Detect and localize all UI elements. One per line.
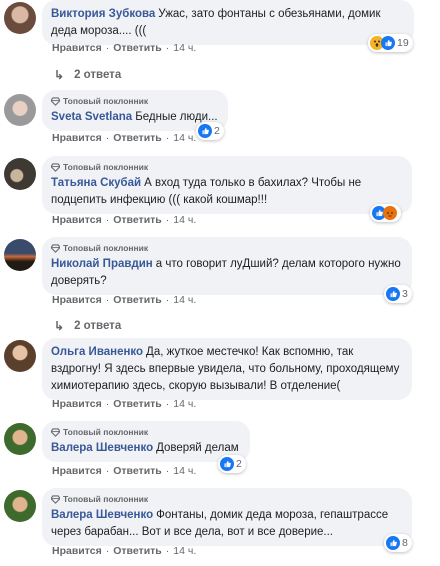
comment-author[interactable]: Татьяна Скубай (51, 177, 141, 189)
angry-icon (383, 206, 397, 220)
avatar[interactable] (4, 158, 36, 190)
comment-bubble: Виктория Зубкова Ужас, зато фонтаны с обе… (42, 0, 414, 45)
comment-author[interactable]: Николай Правдин (51, 258, 153, 270)
reaction-summary[interactable]: 2 (196, 122, 224, 140)
like-icon (381, 36, 395, 50)
reply-button[interactable]: Ответить (113, 42, 162, 54)
comment-bubble: Ольга Иваненко Да, жуткое местечко! Как в… (42, 338, 412, 400)
comment-actions: Нравится · Ответить · 14 ч. (52, 294, 197, 306)
like-icon (198, 124, 212, 138)
comment-actions: Нравится · Ответить · 14 ч. (52, 465, 197, 477)
comment-actions: Нравится · Ответить · 14 ч. (52, 132, 197, 144)
comment-time[interactable]: 14 ч. (173, 465, 196, 477)
comment-time[interactable]: 14 ч. (173, 42, 196, 54)
comment-actions: Нравится · Ответить · 14 ч. (52, 214, 197, 226)
like-icon (386, 536, 400, 550)
like-button[interactable]: Нравится (52, 465, 102, 477)
comment-author[interactable]: Sveta Svetlana (51, 111, 132, 123)
comment-bubble: Топовый поклонник Валера Шевченко Доверяй… (42, 421, 250, 462)
comment-time[interactable]: 14 ч. (173, 132, 196, 144)
reply-arrow-icon: ↳ (54, 319, 65, 333)
diamond-icon (51, 495, 60, 504)
comment-bubble: Топовый поклонник Татьяна Скубай А вход т… (42, 156, 412, 214)
view-replies-link[interactable]: ↳ 2 ответа (54, 68, 121, 82)
top-fan-badge: Топовый поклонник (51, 242, 403, 254)
avatar[interactable] (4, 94, 36, 126)
reply-button[interactable]: Ответить (113, 214, 162, 226)
avatar[interactable] (4, 490, 36, 522)
comment-text: Доверяй делам (156, 442, 239, 454)
comment-actions: Нравится · Ответить · 14 ч. (52, 42, 197, 54)
avatar[interactable] (4, 239, 36, 271)
replies-count: 2 ответа (74, 69, 122, 81)
reaction-count: 2 (236, 458, 242, 470)
diamond-icon (51, 163, 60, 172)
comment-time[interactable]: 14 ч. (173, 294, 196, 306)
top-fan-badge: Топовый поклонник (51, 161, 403, 173)
comment-time[interactable]: 14 ч. (173, 398, 196, 410)
avatar[interactable] (4, 423, 36, 455)
reaction-count: 2 (214, 125, 220, 137)
reply-arrow-icon: ↳ (54, 68, 65, 82)
replies-count: 2 ответа (74, 320, 122, 332)
reaction-summary[interactable]: 8 (384, 534, 412, 552)
reaction-summary[interactable]: 2 (218, 455, 246, 473)
reply-button[interactable]: Ответить (113, 465, 162, 477)
like-button[interactable]: Нравится (52, 398, 102, 410)
reply-button[interactable]: Ответить (113, 398, 162, 410)
like-button[interactable]: Нравится (52, 294, 102, 306)
avatar[interactable] (4, 340, 36, 372)
comment-actions: Нравится · Ответить · 14 ч. (52, 545, 197, 557)
reply-button[interactable]: Ответить (113, 132, 162, 144)
like-icon (386, 287, 400, 301)
top-fan-badge: Топовый поклонник (51, 493, 403, 505)
comment-author[interactable]: Валера Шевченко (51, 442, 153, 454)
top-fan-badge: Топовый поклонник (51, 426, 241, 438)
comment-bubble: Топовый поклонник Николай Правдин а что г… (42, 237, 412, 295)
reaction-count: 19 (397, 37, 409, 49)
reaction-count: 8 (402, 537, 408, 549)
avatar[interactable] (4, 2, 36, 34)
top-fan-badge: Топовый поклонник (51, 95, 219, 107)
reply-button[interactable]: Ответить (113, 545, 162, 557)
like-icon (220, 457, 234, 471)
like-button[interactable]: Нравится (52, 545, 102, 557)
reaction-count: 3 (402, 288, 408, 300)
diamond-icon (51, 428, 60, 437)
comment-author[interactable]: Валера Шевченко (51, 509, 153, 521)
reaction-summary[interactable] (370, 204, 401, 222)
comment-actions: Нравится · Ответить · 14 ч. (52, 398, 197, 410)
comment-bubble: Топовый поклонник Валера Шевченко Фонтаны… (42, 488, 412, 546)
reply-button[interactable]: Ответить (113, 294, 162, 306)
reaction-summary[interactable]: 3 (384, 285, 412, 303)
comment-author[interactable]: Виктория Зубкова (51, 8, 155, 20)
view-replies-link[interactable]: ↳ 2 ответа (54, 319, 121, 333)
reaction-summary[interactable]: 19 (368, 34, 413, 52)
comment-time[interactable]: 14 ч. (173, 214, 196, 226)
like-button[interactable]: Нравится (52, 214, 102, 226)
like-button[interactable]: Нравится (52, 42, 102, 54)
like-button[interactable]: Нравится (52, 132, 102, 144)
diamond-icon (51, 97, 60, 106)
diamond-icon (51, 244, 60, 253)
comment-time[interactable]: 14 ч. (173, 545, 196, 557)
comment-author[interactable]: Ольга Иваненко (51, 346, 143, 358)
